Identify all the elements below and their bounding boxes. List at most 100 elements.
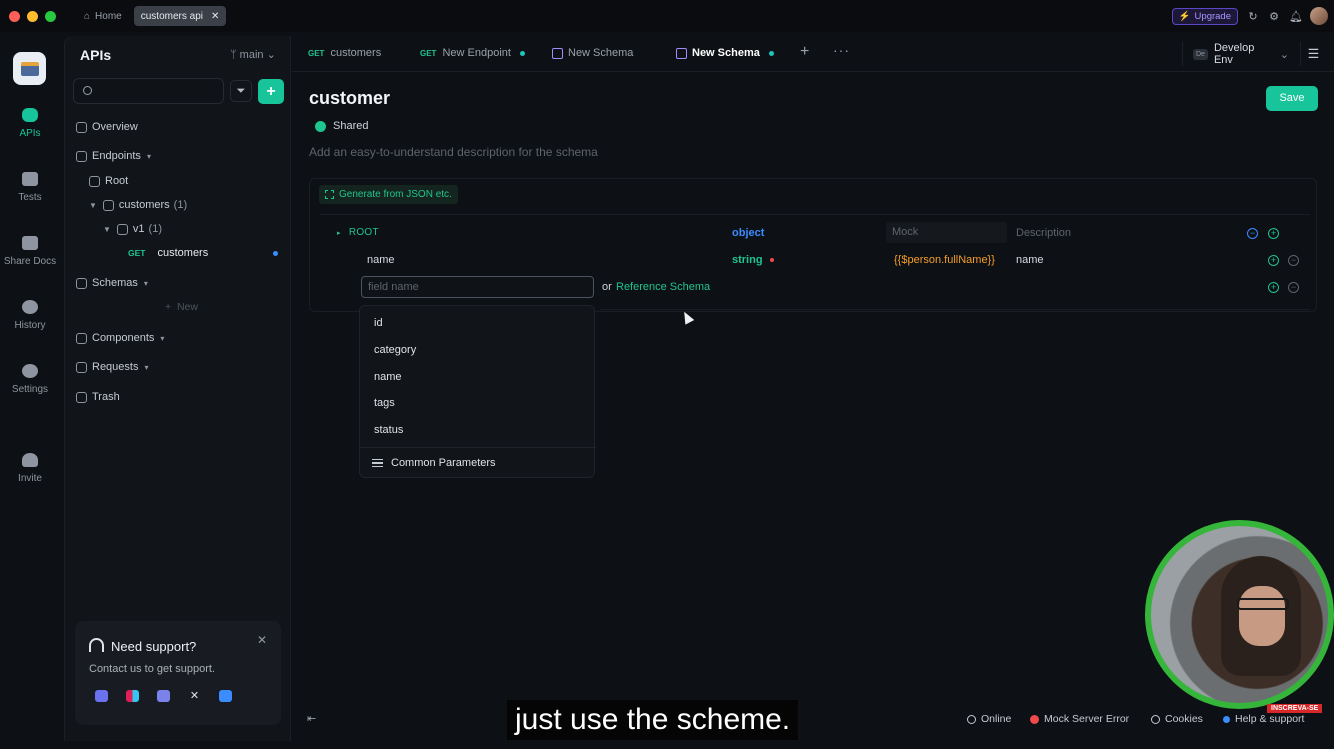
sidebar-item-components[interactable]: Components ▾ [76,328,164,348]
tree-item-customers-folder[interactable]: ▼ customers (1) [89,195,187,215]
tab-new-endpoint[interactable]: GET New Endpoint [420,47,525,59]
discord-icon[interactable] [95,690,108,702]
rail-item-history[interactable]: History [0,300,60,331]
chevron-down-icon[interactable]: ▼ [89,201,97,210]
environment-selector[interactable]: De Develop Env ⌄ [1182,42,1289,66]
home-tab-label: Home [95,10,122,22]
filter-icon[interactable]: ⏷ [230,80,252,102]
window-titlebar: ⌂ Home customers api ✕ ⚡ Upgrade ↻ ⚙ 🔔︎ [0,0,1334,32]
tree-item-endpoint-customers[interactable]: GET customers [128,243,278,263]
home-tab[interactable]: ⌂ Home [78,6,128,26]
rail-item-share-docs[interactable]: Share Docs [0,236,60,267]
field-mock[interactable]: {{$person.fullName}} [894,254,995,266]
slack-icon[interactable] [126,690,139,702]
minimize-window-button[interactable] [27,10,38,22]
remove-field-icon[interactable]: − [1288,255,1299,266]
visibility-toggle[interactable]: Shared [315,120,368,132]
field-name[interactable]: name [367,254,395,266]
chevron-down-icon[interactable]: ▼ [103,225,111,234]
close-icon[interactable]: ✕ [211,11,219,22]
project-tab[interactable]: customers api ✕ [133,6,227,26]
suggestion-item[interactable]: category [374,344,416,356]
tab-new-schema[interactable]: New Schema [552,47,633,59]
env-badge: De [1193,48,1208,60]
required-indicator[interactable] [770,258,774,262]
mock-server-status[interactable]: Mock Server Error [1030,713,1129,725]
collapse-sidebar-icon[interactable]: ⇤ [307,712,316,725]
presenter-face [1239,586,1285,646]
settings-icon [22,364,38,378]
email-icon[interactable] [219,690,232,702]
root-type[interactable]: object [732,227,764,239]
suggestion-item[interactable]: tags [374,397,395,409]
upgrade-button[interactable]: ⚡ Upgrade [1171,7,1238,25]
generate-label: Generate from JSON etc. [339,189,452,200]
tests-icon [22,172,38,186]
close-icon[interactable]: ✕ [257,633,267,647]
suggestion-item[interactable]: status [374,424,403,436]
tab-get-customers[interactable]: GET customers [308,47,381,59]
rail-item-settings[interactable]: Settings [0,364,60,395]
sidebar-item-requests[interactable]: Requests ▾ [76,357,149,377]
rail-item-invite[interactable]: Invite [0,453,60,484]
common-parameters-button[interactable]: Common Parameters [372,457,496,469]
rail-item-tests[interactable]: Tests [0,172,60,203]
tree-item-v1-folder[interactable]: ▼ v1 (1) [103,219,162,239]
sidebar-item-overview[interactable]: Overview [76,117,138,137]
sidebar-search-input[interactable] [73,78,224,104]
gear-icon[interactable]: ⚙ [1268,10,1280,23]
add-tab-button[interactable]: + [800,43,809,61]
rail-item-label: Share Docs [3,256,57,267]
field-type[interactable]: string [732,254,763,266]
help-support-button[interactable]: Help & support [1223,713,1304,725]
schema-title[interactable]: customer [309,88,390,109]
close-window-button[interactable] [9,10,20,22]
dropdown-icon[interactable]: ▾ [144,279,148,288]
cookie-icon [1151,714,1160,724]
suggestion-item[interactable]: name [374,371,402,383]
new-field-name-input[interactable] [361,276,594,298]
sidebar-item-trash[interactable]: Trash [76,387,120,407]
video-subtitle: just use the scheme. [507,700,799,740]
schema-description-input[interactable]: Add an easy-to-understand description fo… [309,145,598,159]
more-icon[interactable]: ··· [833,42,850,58]
rail-item-apis[interactable]: APIs [0,108,60,139]
dropdown-icon[interactable]: ▾ [147,152,151,161]
save-button[interactable]: Save [1266,86,1318,111]
chevron-down-icon: ⌄ [1279,48,1289,61]
online-status[interactable]: Online [967,713,1011,725]
add-field-icon[interactable]: + [1268,255,1279,266]
dropdown-icon[interactable]: ▾ [160,334,164,343]
tree-item-root[interactable]: Root [89,171,128,191]
sidebar-item-schemas[interactable]: Schemas ▾ [76,273,148,293]
reference-schema-link[interactable]: Reference Schema [616,281,710,293]
dropdown-icon[interactable]: ▾ [144,363,148,372]
teams-icon[interactable] [157,690,170,702]
layers-icon [76,332,87,344]
project-logo[interactable] [13,52,46,85]
bell-icon[interactable]: 🔔︎ [1289,10,1303,23]
add-field-icon[interactable]: + [1268,282,1279,293]
x-icon[interactable]: ✕ [188,690,201,702]
root-node[interactable]: ▸ ROOT [337,227,379,238]
maximize-window-button[interactable] [45,10,56,22]
titlebar-actions: ⚡ Upgrade ↻ ⚙ 🔔︎ [1171,7,1328,25]
chevron-icon: ▸ [337,230,341,237]
collapse-icon[interactable]: − [1247,228,1258,239]
branch-selector[interactable]: ᛘ main ⌄ [230,48,276,61]
field-description[interactable]: name [1016,254,1044,266]
cookies-button[interactable]: Cookies [1151,713,1203,725]
refresh-icon[interactable]: ↻ [1247,10,1259,23]
avatar[interactable] [1310,7,1328,25]
sidebar-item-endpoints[interactable]: Endpoints ▾ [76,146,151,166]
remove-field-icon[interactable]: − [1288,282,1299,293]
add-field-icon[interactable]: + [1268,228,1279,239]
hamburger-menu-icon[interactable]: ☰ [1300,42,1326,66]
status-bar: ⇤ Online Mock Server Error Cookies Help … [292,707,1334,731]
cube-icon [76,277,87,289]
generate-from-json-button[interactable]: Generate from JSON etc. [319,185,458,204]
new-schema-button[interactable]: + New [165,301,198,313]
tab-new-schema-active[interactable]: New Schema [676,47,774,59]
suggestion-item[interactable]: id [374,317,383,329]
add-button[interactable]: + [258,79,284,104]
